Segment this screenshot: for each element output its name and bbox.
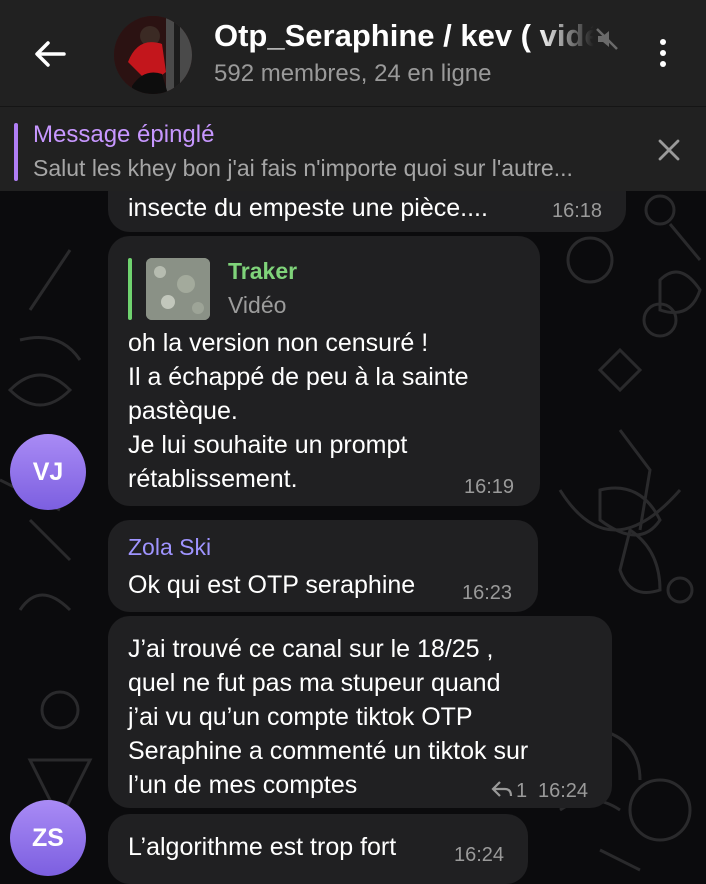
more-vert-icon: [660, 39, 666, 45]
message-text: J’ai trouvé ce canal sur le 18/25 , quel…: [128, 635, 529, 799]
chat-title[interactable]: Otp_Seraphine / kev ( vidéos: [214, 18, 594, 54]
video-thumbnail: [146, 258, 210, 320]
message-bubble[interactable]: J’ai trouvé ce canal sur le 18/25 , quel…: [108, 616, 612, 808]
reply-sender-name: Traker: [228, 258, 298, 284]
back-arrow-icon: [35, 41, 66, 67]
pinned-message-banner[interactable]: Message épinglé Salut les khey bon j'ai …: [0, 106, 706, 191]
reply-media-type: Vidéo: [228, 292, 287, 318]
message-bubble[interactable]: Zola Ski Ok qui est OTP seraphine 16:23: [108, 520, 538, 612]
message-time: 16:23: [462, 582, 513, 604]
message-time: 16:19: [464, 476, 515, 498]
message-bubble[interactable]: Traker Vidéo oh la version non censuré !…: [108, 236, 540, 506]
avatar[interactable]: VJ: [10, 434, 86, 510]
more-options-button[interactable]: [646, 30, 680, 76]
message-text: insecte du empeste une pièce....: [128, 194, 488, 222]
message-time: 16:24: [538, 780, 589, 802]
reply-arrow-icon: [491, 781, 513, 797]
pinned-label: Message épinglé: [33, 121, 215, 148]
pinned-text: Salut les khey bon j'ai fais n'importe q…: [33, 155, 573, 181]
sender-name[interactable]: Zola Ski: [128, 534, 211, 561]
group-avatar[interactable]: [114, 16, 192, 94]
reply-count[interactable]: 1: [516, 780, 527, 803]
message-time: 16:18: [552, 200, 603, 222]
mute-icon: [596, 28, 618, 50]
reply-accent-bar: [128, 258, 132, 320]
message-time: 16:24: [454, 844, 505, 866]
close-icon[interactable]: [657, 138, 681, 162]
message-text: oh la version non censuré ! Il a échappé…: [128, 329, 469, 493]
back-button[interactable]: [22, 26, 78, 82]
avatar[interactable]: ZS: [10, 800, 86, 876]
chat-subtitle: 592 membres, 24 en ligne: [214, 60, 492, 87]
message-bubble[interactable]: L’algorithme est trop fort 16:24: [108, 814, 528, 884]
message-text: Ok qui est OTP seraphine: [128, 571, 416, 599]
chat-header: Otp_Seraphine / kev ( vidéos 592 membres…: [0, 0, 706, 106]
message-text: L’algorithme est trop fort: [128, 833, 397, 861]
pinned-accent-bar: [14, 123, 18, 181]
